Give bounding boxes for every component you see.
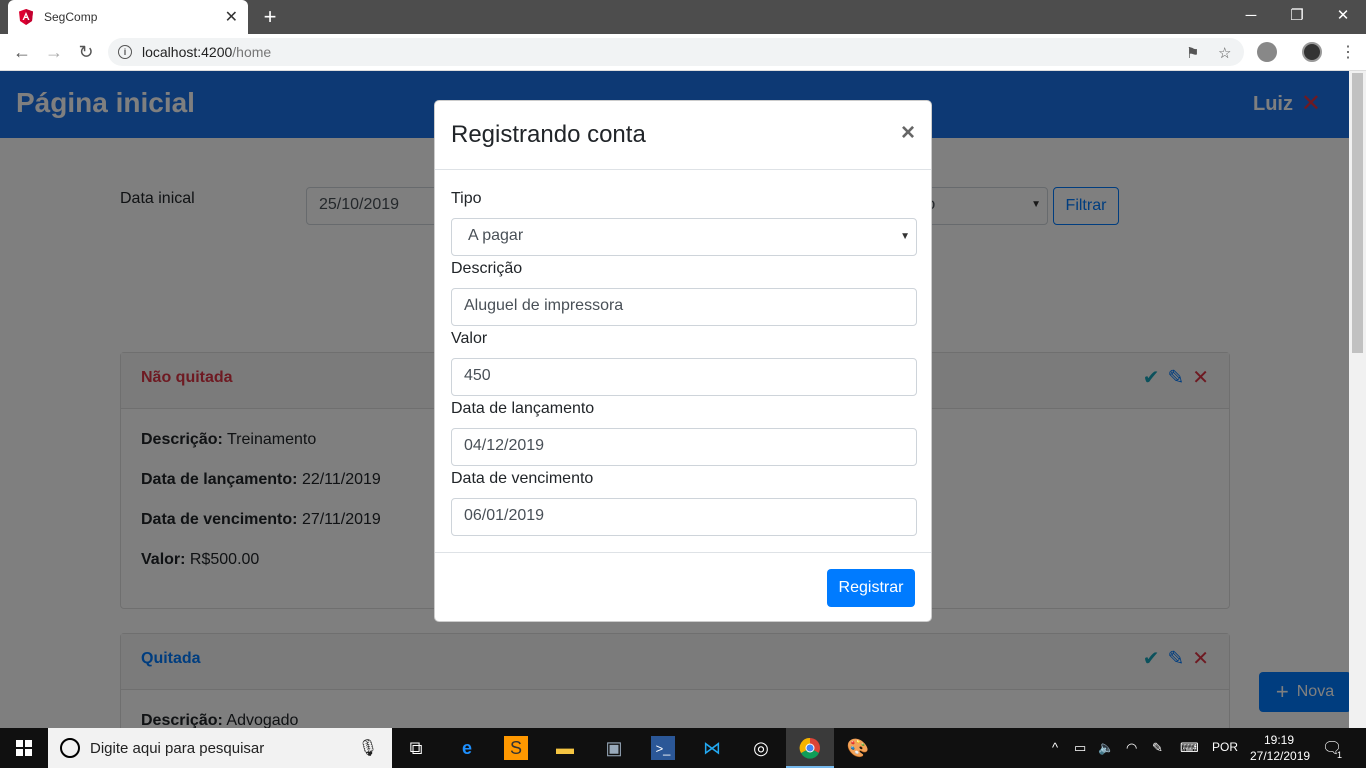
page-scrollbar[interactable] <box>1349 71 1366 728</box>
volume-icon[interactable]: 🔈 <box>1098 740 1114 756</box>
tab-title: SegComp <box>44 10 98 24</box>
restore-icon[interactable]: ❐ <box>1274 0 1320 30</box>
extension-icon[interactable] <box>1257 42 1277 62</box>
register-button[interactable]: Registrar <box>827 569 915 607</box>
task-view-icon[interactable]: ⧉ <box>404 736 428 760</box>
modal-footer: Registrar <box>435 552 931 622</box>
sublime-icon[interactable]: S <box>504 736 528 760</box>
edge-icon[interactable]: e <box>455 736 479 760</box>
url-host: localhost:4200 <box>142 44 233 60</box>
wifi-icon[interactable]: ◠ <box>1126 740 1137 756</box>
chrome-icon[interactable] <box>798 736 822 760</box>
register-modal: Registrando conta × Tipo A pagar ▼ Descr… <box>434 100 932 622</box>
clock-date: 27/12/2019 <box>1250 749 1311 763</box>
language-indicator[interactable]: POR <box>1212 740 1238 754</box>
translate-icon[interactable]: ⚑ <box>1186 44 1199 62</box>
file-explorer-icon[interactable]: ▬ <box>553 736 577 760</box>
powershell-icon[interactable]: >_ <box>651 736 675 760</box>
value-label: Valor <box>451 330 488 347</box>
launch-date-label: Data de lançamento <box>451 400 595 417</box>
modal-body: Tipo A pagar ▼ Descrição Aluguel de impr… <box>435 170 931 536</box>
type-select[interactable]: A pagar ▼ <box>451 218 917 256</box>
back-icon[interactable]: ← <box>10 40 34 64</box>
url-field[interactable]: i localhost:4200/home ⚑ ☆ <box>108 38 1244 66</box>
microphone-icon[interactable]: 🎙 <box>358 738 378 758</box>
type-select-value: A pagar <box>468 227 524 244</box>
menu-kebab-icon[interactable]: ⋮ <box>1340 42 1356 62</box>
minimize-icon[interactable]: ─ <box>1228 0 1274 30</box>
tray-expand-icon[interactable]: ^ <box>1052 740 1058 755</box>
battery-icon[interactable]: ▭ <box>1074 740 1086 756</box>
chevron-down-icon: ▼ <box>900 231 910 242</box>
address-bar: ← → ↻ i localhost:4200/home ⚑ ☆ ⋮ <box>0 34 1366 71</box>
browser-tab[interactable]: SegComp ✕ <box>8 0 248 34</box>
forward-icon[interactable]: → <box>42 40 66 64</box>
windows-start-icon[interactable] <box>0 728 48 768</box>
value-input[interactable]: 450 <box>451 358 917 396</box>
launch-date-input[interactable]: 04/12/2019 <box>451 428 917 466</box>
clock[interactable]: 19:19 27/12/2019 <box>1250 732 1311 764</box>
angular-icon <box>19 9 33 25</box>
description-label: Descrição <box>451 260 523 277</box>
taskbar-search[interactable]: Digite aqui para pesquisar 🎙 <box>48 728 392 768</box>
due-date-input[interactable]: 06/01/2019 <box>451 498 917 536</box>
app-icon[interactable]: ▣ <box>602 736 626 760</box>
type-label: Tipo <box>451 190 482 207</box>
modal-title: Registrando conta <box>451 121 646 148</box>
tab-close-icon[interactable]: ✕ <box>225 7 238 27</box>
keyboard-icon[interactable]: ⌨ <box>1180 740 1199 756</box>
description-input[interactable]: Aluguel de impressora <box>451 288 917 326</box>
clock-time: 19:19 <box>1263 733 1295 747</box>
profile-avatar[interactable] <box>1302 42 1322 62</box>
pen-icon[interactable]: ✎ <box>1152 740 1163 756</box>
due-date-label: Data de vencimento <box>451 470 594 487</box>
scrollbar-thumb[interactable] <box>1352 73 1363 353</box>
info-icon[interactable]: i <box>118 45 132 59</box>
window-close-icon[interactable]: ✕ <box>1320 0 1366 30</box>
vscode-icon[interactable]: ⋈ <box>700 736 724 760</box>
obs-icon[interactable]: ◎ <box>749 736 773 760</box>
close-icon[interactable]: × <box>901 119 915 147</box>
modal-header: Registrando conta × <box>435 101 931 170</box>
bookmark-star-icon[interactable]: ☆ <box>1218 44 1231 62</box>
url-path: /home <box>232 44 272 60</box>
taskbar: Digite aqui para pesquisar 🎙 ⧉ e S ▬ ▣ >… <box>0 728 1366 768</box>
paint-icon[interactable]: 🎨 <box>846 736 870 760</box>
browser-tab-bar: SegComp ✕ + ─ ❐ ✕ <box>0 0 1366 34</box>
reload-icon[interactable]: ↻ <box>74 40 98 64</box>
cortana-icon <box>60 738 80 758</box>
new-tab-icon[interactable]: + <box>258 4 282 30</box>
taskbar-search-placeholder: Digite aqui para pesquisar <box>90 739 265 757</box>
notification-count: 1 <box>1337 750 1343 760</box>
page-viewport: Página inicial Luiz ✕ Data inical 25/10/… <box>0 71 1349 728</box>
